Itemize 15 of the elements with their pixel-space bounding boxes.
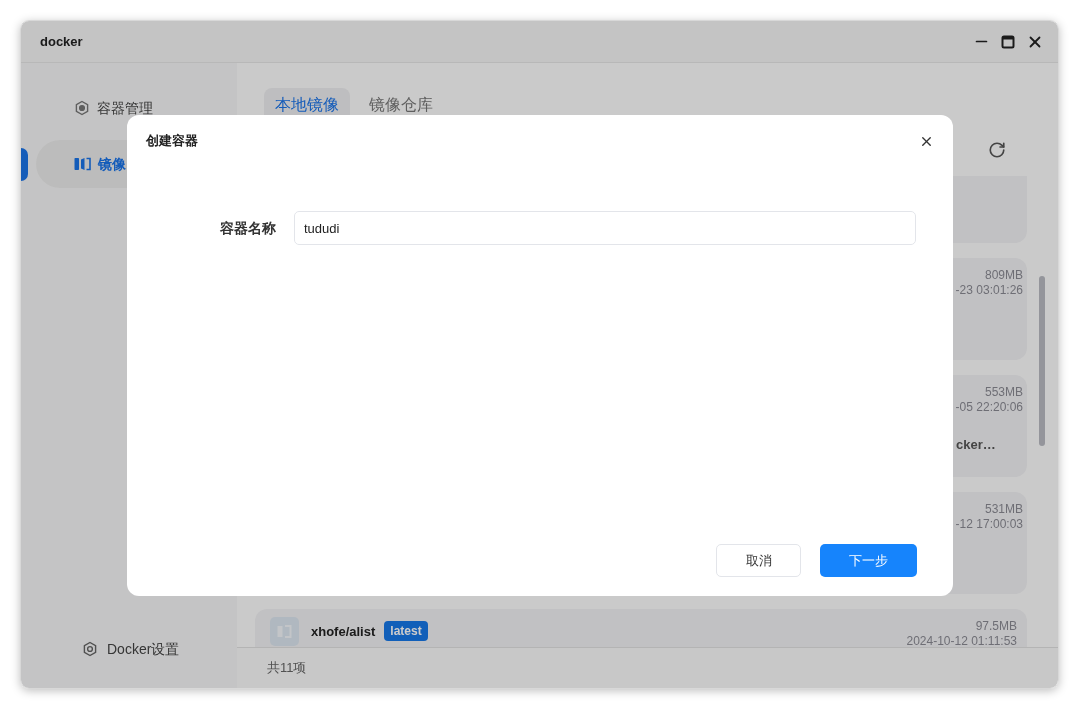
field-label: 容器名称 [219, 218, 276, 238]
image-date: -05 22:20:06 [955, 400, 1023, 415]
image-size: 531MB [984, 502, 1023, 517]
image-date: 2024-10-12 01:11:53 [906, 634, 1017, 647]
image-date: -23 03:01:26 [955, 283, 1023, 298]
image-name: xhofe/alist [311, 623, 376, 641]
image-size: 97.5MB [975, 619, 1017, 634]
image-description: cker… [956, 436, 997, 454]
image-date: -12 17:00:03 [955, 517, 1023, 532]
image-size: 553MB [984, 385, 1023, 400]
dialog-title: 创建容器 [146, 132, 198, 151]
item-count: 共11项 [267, 659, 307, 678]
image-size: 809MB [984, 268, 1023, 283]
window-title: docker [40, 32, 83, 51]
tag-badge: latest [384, 621, 428, 641]
